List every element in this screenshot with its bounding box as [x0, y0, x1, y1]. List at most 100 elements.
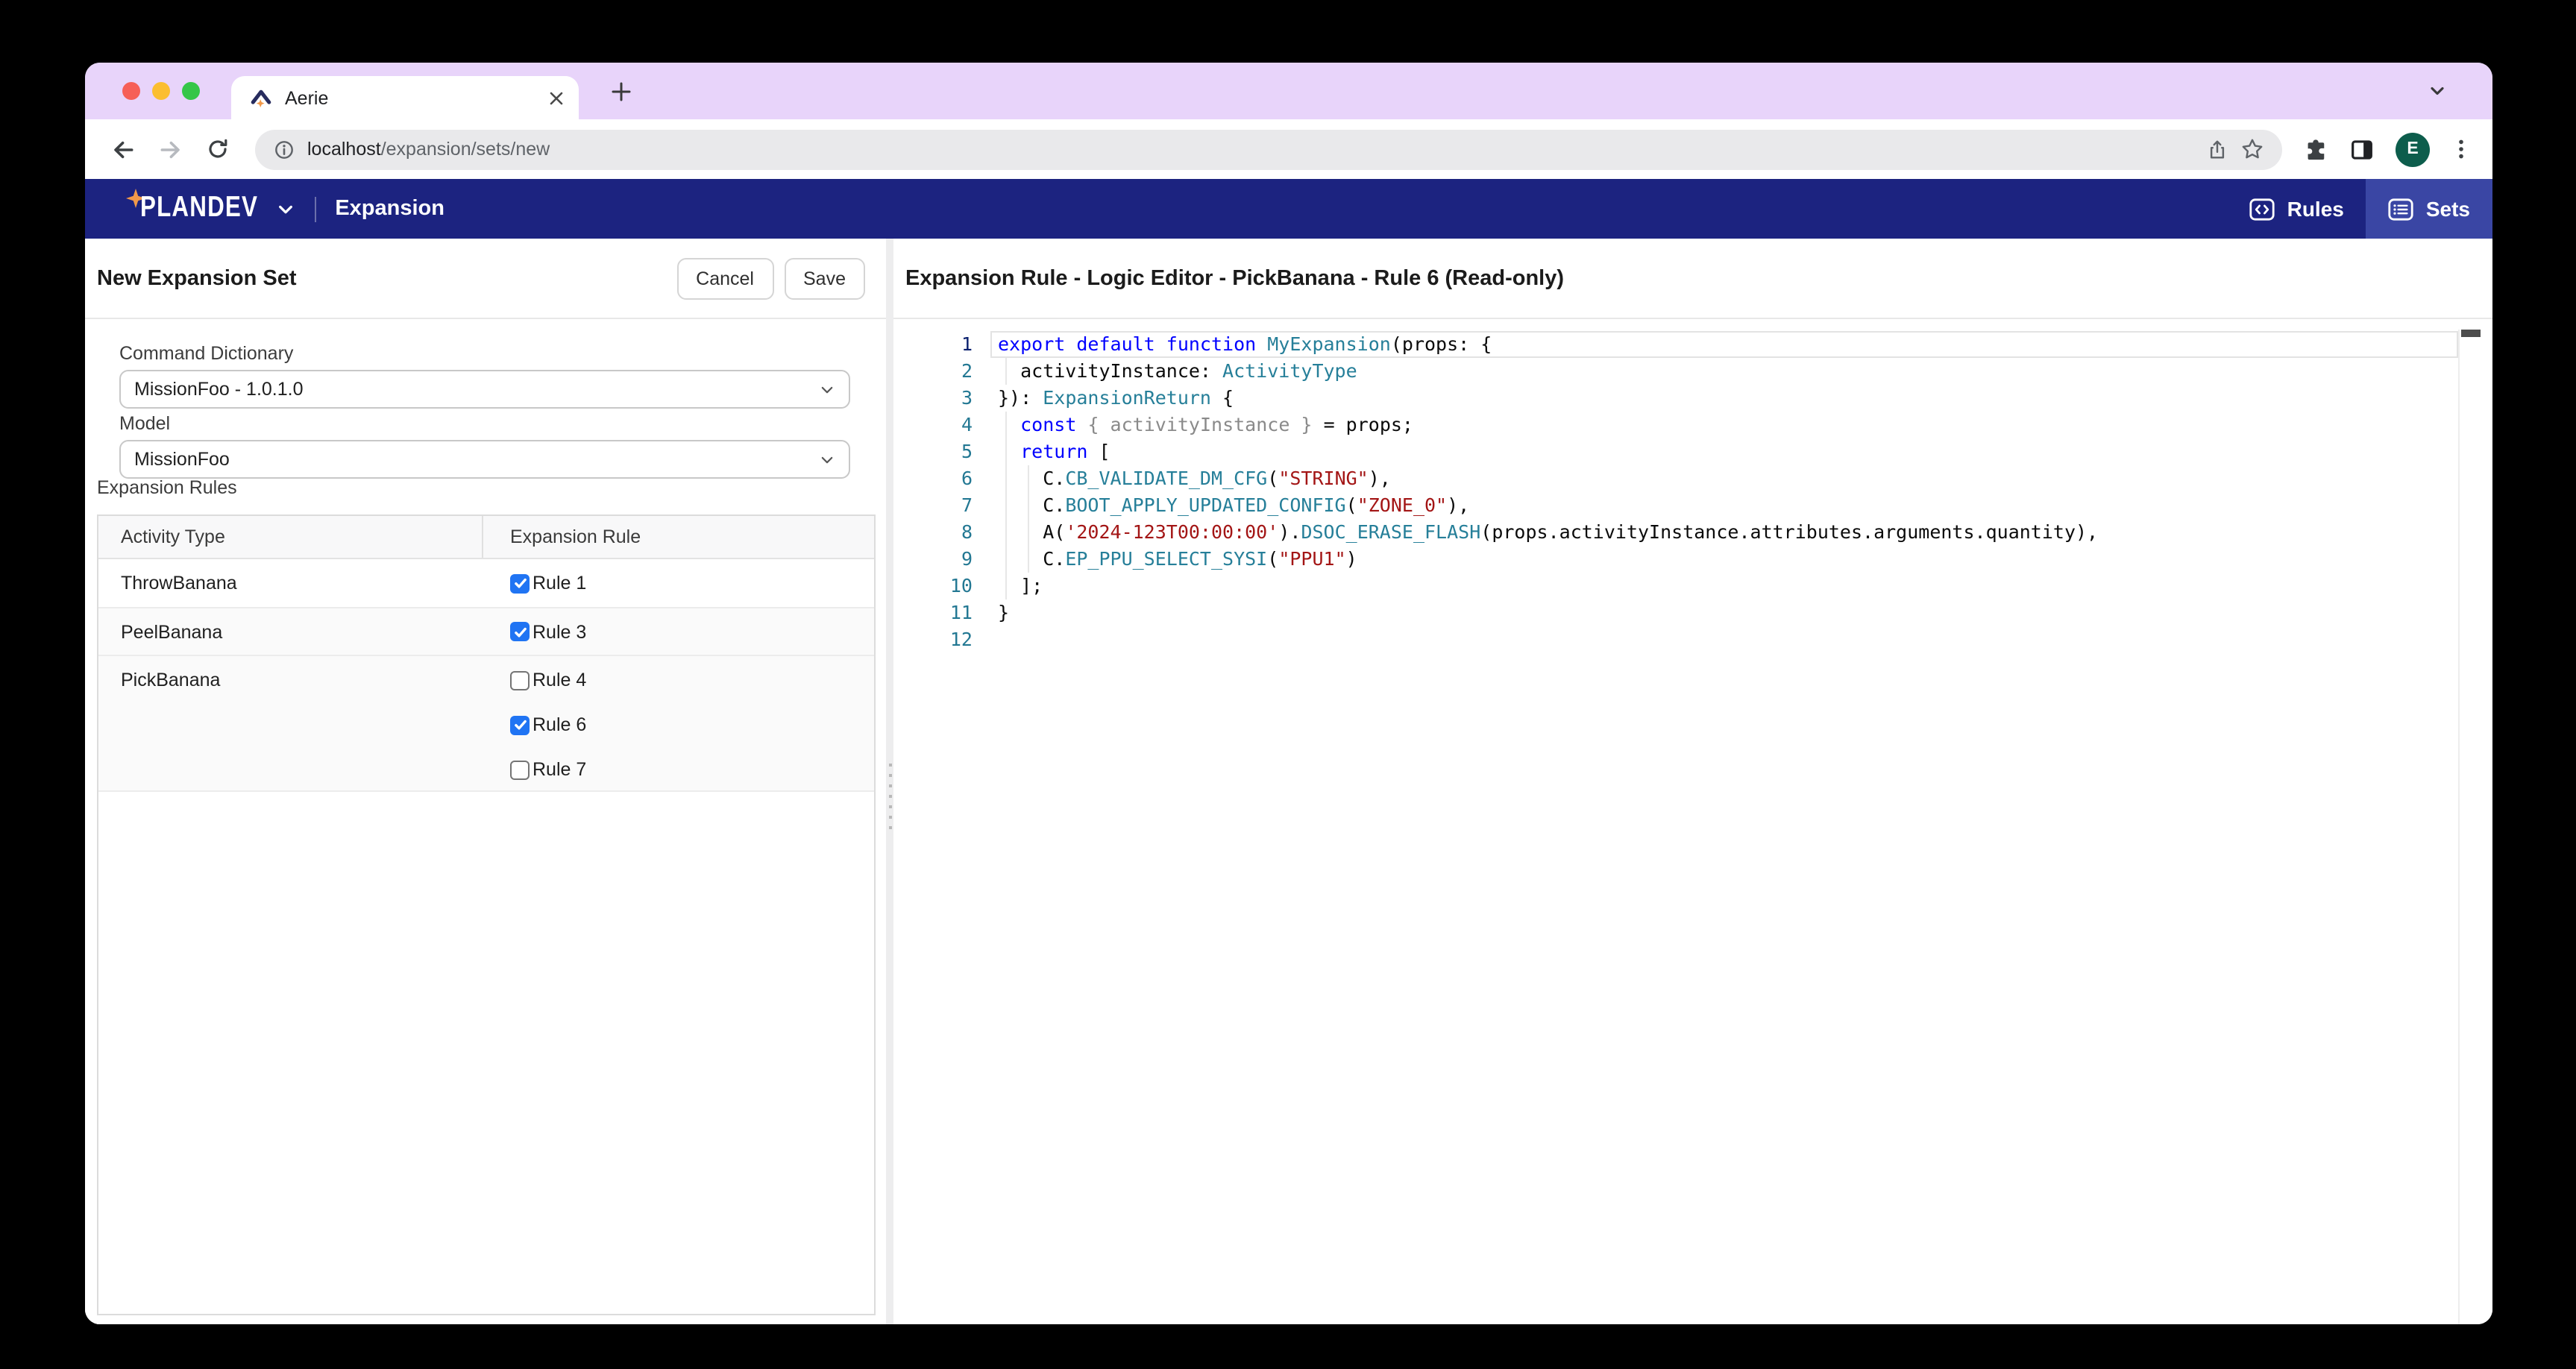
browser-titlebar: Aerie: [85, 63, 2492, 119]
list-icon: [2389, 198, 2414, 220]
line-number: 12: [893, 626, 973, 653]
code-line[interactable]: 3}): ExpansionReturn {: [893, 385, 2492, 412]
expansion-rule-option[interactable]: Rule 7: [510, 759, 586, 780]
browser-window: Aerie localhost/expansion/sets/new: [85, 63, 2492, 1324]
editor-title: Expansion Rule - Logic Editor - PickBana…: [905, 266, 1564, 290]
checkbox-unchecked-icon[interactable]: [510, 760, 530, 779]
browser-menu-kebab-icon[interactable]: [2451, 137, 2472, 161]
code-line[interactable]: 12: [893, 626, 2492, 653]
expansion-rule-option[interactable]: Rule 6: [510, 714, 586, 735]
new-tab-button[interactable]: [601, 72, 640, 110]
rule-checkbox-label: Rule 4: [533, 670, 586, 690]
model-select[interactable]: MissionFoo: [119, 440, 850, 479]
activity-type-cell: PickBanana: [121, 670, 220, 690]
browser-tab[interactable]: Aerie: [231, 76, 579, 119]
code-line[interactable]: 5 return [: [893, 438, 2492, 465]
code-line[interactable]: 6 C.CB_VALIDATE_DM_CFG("STRING"),: [893, 465, 2492, 492]
line-number: 4: [893, 412, 973, 438]
navbar-divider: [314, 196, 315, 221]
expansion-rules-label: Expansion Rules: [97, 477, 237, 498]
app-menu-chevron-icon[interactable]: [275, 199, 295, 218]
maximize-window-button[interactable]: [182, 82, 200, 100]
checkbox-checked-icon[interactable]: [510, 622, 530, 641]
tab-sets[interactable]: Sets: [2366, 179, 2492, 239]
tab-close-icon[interactable]: [549, 90, 564, 105]
code-editor[interactable]: 1 export default function MyExpansion(pro…: [893, 319, 2492, 1324]
forward-icon[interactable]: [151, 130, 189, 169]
checkbox-unchecked-icon[interactable]: [510, 670, 530, 690]
code-text: A('2024-123T00:00:00').DSOC_ERASE_FLASH(…: [998, 519, 2098, 546]
code-line[interactable]: 4 const { activityInstance } = props;: [893, 412, 2492, 438]
line-number: 6: [893, 465, 973, 492]
model-value: MissionFoo: [134, 449, 230, 470]
checkbox-checked-icon[interactable]: [510, 715, 530, 734]
close-window-button[interactable]: [122, 82, 140, 100]
tab-title: Aerie: [285, 87, 328, 108]
save-button[interactable]: Save: [784, 257, 865, 299]
tab-rules[interactable]: Rules: [2228, 179, 2366, 239]
panel-resize-handle[interactable]: [886, 239, 893, 1324]
code-line[interactable]: 9 C.EP_PPU_SELECT_SYSI("PPU1"): [893, 546, 2492, 573]
command-dictionary-label: Command Dictionary: [119, 343, 850, 364]
reload-icon[interactable]: [198, 130, 237, 169]
rule-checkbox-label: Rule 6: [533, 714, 586, 735]
logic-editor-panel: Expansion Rule - Logic Editor - PickBana…: [893, 239, 2492, 1324]
command-dictionary-select[interactable]: MissionFoo - 1.0.1.0: [119, 370, 850, 409]
browser-toolbar: localhost/expansion/sets/new E: [85, 119, 2492, 179]
editor-header: Expansion Rule - Logic Editor - PickBana…: [893, 239, 2492, 319]
desktop-background: Aerie localhost/expansion/sets/new: [0, 0, 2576, 1368]
activity-type-cell: PeelBanana: [121, 621, 222, 642]
code-line[interactable]: 8 A('2024-123T00:00:00').DSOC_ERASE_FLAS…: [893, 519, 2492, 546]
bookmark-star-icon[interactable]: [2240, 137, 2264, 161]
tab-search-chevron-icon[interactable]: [2427, 81, 2448, 101]
share-icon[interactable]: [2206, 138, 2228, 160]
code-line[interactable]: 7 C.BOOT_APPLY_UPDATED_CONFIG("ZONE_0"),: [893, 492, 2492, 519]
code-text: export default function MyExpansion(prop…: [998, 331, 1492, 358]
code-line[interactable]: 10 ];: [893, 573, 2492, 599]
minimize-window-button[interactable]: [152, 82, 170, 100]
url-bar[interactable]: localhost/expansion/sets/new: [255, 129, 2282, 169]
code-text: const { activityInstance } = props;: [998, 412, 1413, 438]
extensions-puzzle-icon[interactable]: [2303, 136, 2328, 162]
profile-avatar[interactable]: E: [2396, 132, 2430, 166]
cancel-button[interactable]: Cancel: [676, 257, 773, 299]
code-line[interactable]: 1 export default function MyExpansion(pro…: [893, 331, 2492, 358]
code-text: activityInstance: ActivityType: [998, 358, 1357, 385]
back-icon[interactable]: [103, 130, 142, 169]
tab-rules-label: Rules: [2287, 197, 2344, 221]
line-number: 1: [893, 331, 973, 358]
code-text: }: [998, 599, 1009, 626]
code-brackets-icon: [2250, 198, 2275, 220]
plandev-logo[interactable]: PLANDEV: [122, 195, 260, 223]
expansion-rule-option[interactable]: Rule 1: [510, 573, 586, 594]
url-host: localhost: [307, 139, 381, 160]
code-line[interactable]: 11}: [893, 599, 2492, 626]
line-number: 9: [893, 546, 973, 573]
table-row: ThrowBananaRule 1: [98, 559, 874, 608]
model-label: Model: [119, 413, 850, 434]
code-text: C.CB_VALIDATE_DM_CFG("STRING"),: [998, 465, 1391, 492]
column-divider[interactable]: [482, 516, 483, 558]
table-body: ThrowBananaRule 1 PeelBanana Rule 3 PickBan…: [98, 559, 874, 792]
column-header-activity-type: Activity Type: [121, 526, 225, 547]
url-path: /expansion/sets/new: [381, 139, 550, 160]
column-header-expansion-rule: Expansion Rule: [510, 526, 641, 547]
chevron-down-icon: [819, 381, 835, 397]
aerie-favicon-icon: [249, 86, 273, 110]
side-panel-icon[interactable]: [2349, 136, 2375, 162]
checkbox-checked-icon[interactable]: [510, 573, 530, 593]
expansion-rule-option[interactable]: Rule 3: [510, 621, 586, 642]
code-text: return [: [998, 438, 1110, 465]
logo-text: PLANDEV: [140, 192, 258, 225]
line-number: 7: [893, 492, 973, 519]
code-line[interactable]: 2 activityInstance: ActivityType: [893, 358, 2492, 385]
code-text: ];: [998, 573, 1043, 599]
new-expansion-set-panel: New Expansion Set Cancel Save Command Di…: [85, 239, 886, 1324]
page-title: Expansion: [335, 197, 444, 221]
site-info-icon[interactable]: [273, 138, 295, 160]
model-field: Model MissionFoo: [119, 413, 850, 479]
code-text: }): ExpansionReturn {: [998, 385, 1234, 412]
expansion-rule-option[interactable]: Rule 4: [510, 670, 586, 690]
navbar-tabs: Rules Sets: [2228, 179, 2492, 239]
left-panel-title: New Expansion Set: [97, 266, 297, 290]
